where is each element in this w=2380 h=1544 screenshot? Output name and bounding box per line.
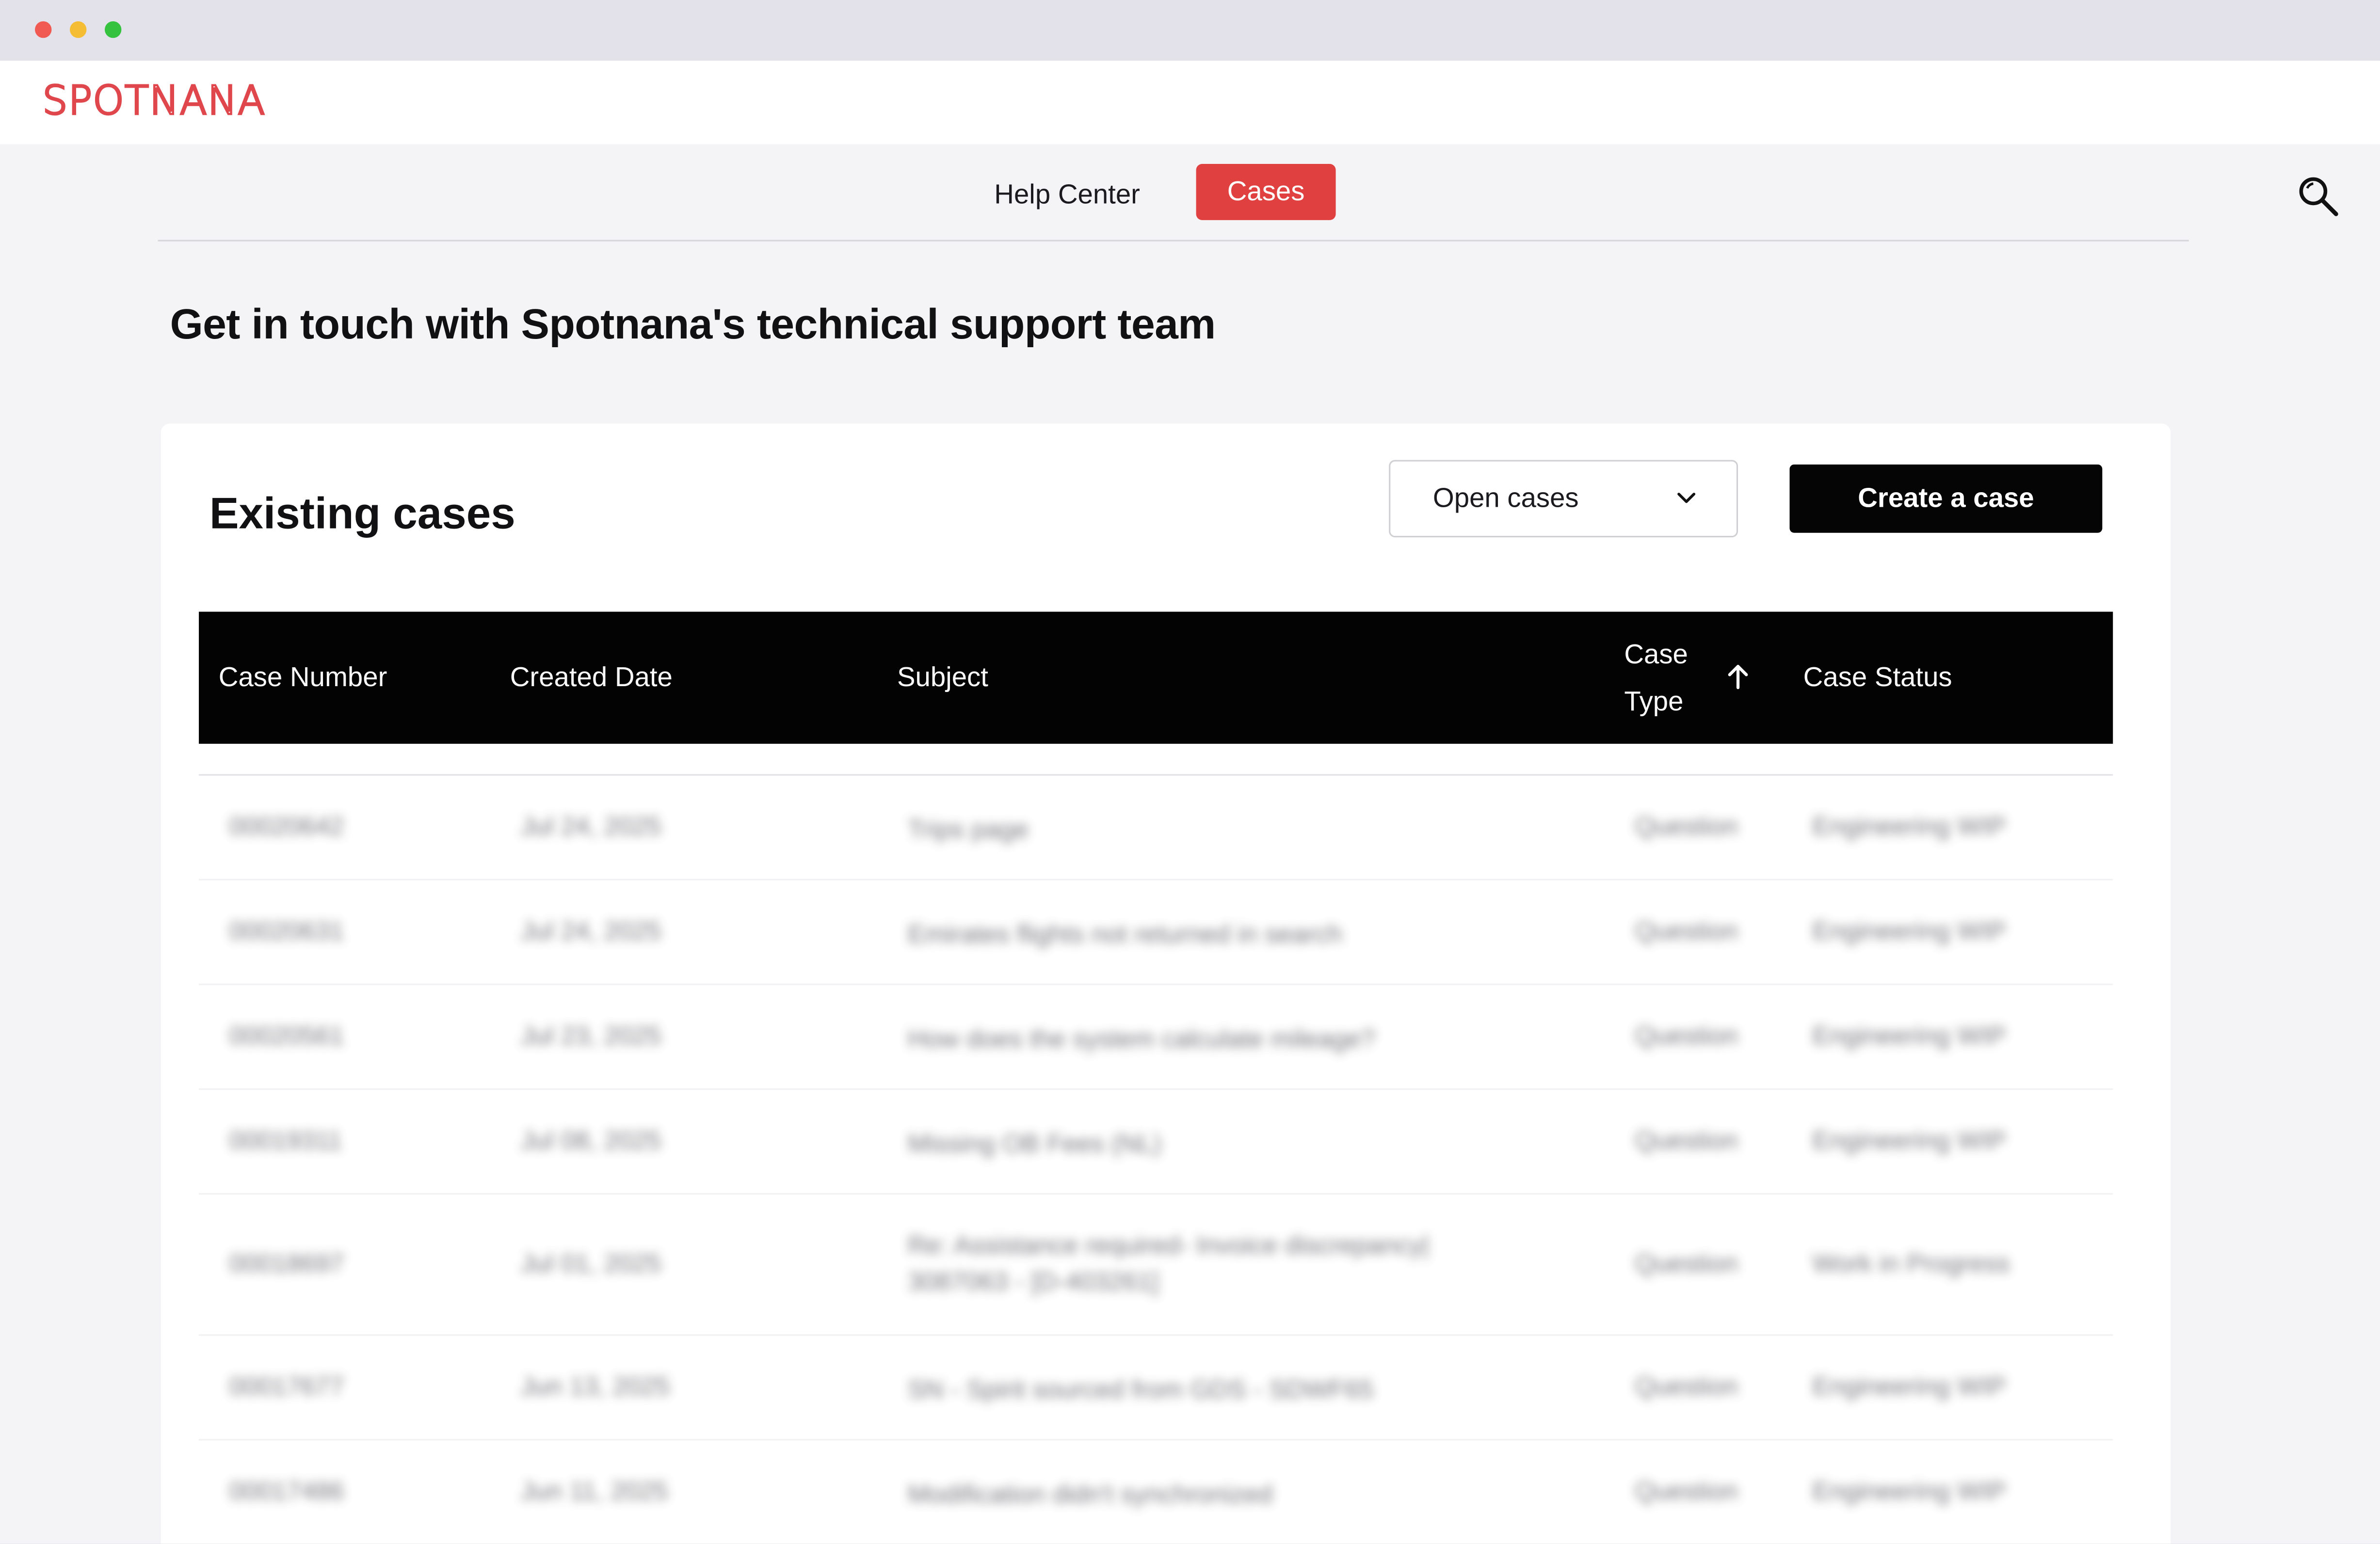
cases-table-body: 00020642 Jul 24, 2025 Trips page Question En… (199, 774, 2113, 1544)
top-navigation: Help Center Cases (158, 144, 2189, 241)
table-row[interactable]: 00017486 Jun 11, 2025 Modification didn't … (199, 1441, 2113, 1544)
table-cell-date: Jun 11, 2025 (520, 1477, 668, 1506)
browser-window: SPOTNANA Help Center Cases Get in touch … (0, 61, 2380, 1544)
column-created-date[interactable]: Created Date (510, 611, 673, 743)
table-cell-status: Engineering WIP (1812, 812, 2006, 841)
table-row[interactable]: 00020631 Jul 24, 2025 Emirates flights not… (199, 881, 2113, 985)
table-cell-date: Jul 24, 2025 (520, 917, 661, 946)
table-cell-number: 00017486 (229, 1477, 344, 1506)
table-cell-subject: Modification didn't synchronized (907, 1480, 1273, 1509)
app-stage: SPOTNANA Help Center Cases Get in touch … (0, 0, 2380, 1544)
table-cell-status: Engineering WIP (1812, 1021, 2006, 1051)
browser-titlebar (0, 0, 2380, 61)
table-cell-type: Question (1635, 1249, 1738, 1278)
table-cell-subject: Emirates flights not returned in search (907, 919, 1343, 949)
table-cell-date: Jul 08, 2025 (520, 1126, 661, 1156)
table-cell-status: Work in Progress (1812, 1249, 2010, 1278)
arrow-up-icon[interactable] (1724, 662, 1752, 692)
table-cell-type: Question (1635, 1126, 1738, 1156)
table-row[interactable]: 00019311 Jul 08, 2025 Missing OB Fees (NL)… (199, 1090, 2113, 1195)
nav-cases[interactable]: Cases (1196, 164, 1336, 220)
case-type-label-line-2: Type (1624, 685, 1684, 716)
window-maximize-button[interactable] (104, 21, 122, 38)
case-filter-value: Open cases (1432, 482, 1579, 514)
table-cell-number: 00020631 (229, 917, 344, 946)
table-cell-subject: How does the system calculate mileage? (907, 1024, 1376, 1054)
table-cell-type: Question (1635, 1021, 1738, 1051)
logo-text: SPOTNANA (41, 78, 266, 126)
table-cell-status: Engineering WIP (1812, 1372, 2006, 1401)
table-cell-type: Question (1635, 1372, 1738, 1401)
existing-cases-card: Existing cases Open cases Create a case … (161, 423, 2171, 1544)
page-title: Get in touch with Spotnana's technical s… (170, 300, 1216, 348)
table-cell-type: Question (1635, 1477, 1738, 1506)
brand-header: SPOTNANA (0, 61, 2380, 145)
table-cell-number: 00019311 (229, 1126, 342, 1156)
table-cell-number: 00017677 (229, 1372, 344, 1401)
case-filter-select[interactable]: Open cases (1389, 460, 1738, 538)
column-case-status[interactable]: Case Status (1803, 611, 1952, 743)
table-cell-number: 00020561 (229, 1021, 344, 1051)
column-case-number[interactable]: Case Number (219, 611, 387, 743)
nav-help-center[interactable]: Help Center (994, 179, 1140, 211)
table-cell-type: Question (1635, 812, 1738, 841)
cases-table-header: Case Number Created Date Subject Case Ty… (199, 611, 2113, 744)
table-cell-subject: Missing OB Fees (NL) (907, 1129, 1162, 1158)
window-minimize-button[interactable] (69, 21, 87, 38)
table-cell-number: 00020642 (229, 812, 344, 841)
table-row[interactable]: 00017677 Jun 13, 2025 SN - Spirit sourced … (199, 1336, 2113, 1441)
table-cell-date: Jul 23, 2025 (520, 1021, 661, 1051)
search-icon[interactable] (2295, 173, 2341, 219)
table-cell-date: Jul 24, 2025 (520, 812, 661, 841)
table-cell-status: Engineering WIP (1812, 1477, 2006, 1506)
spotnana-logo[interactable]: SPOTNANA (41, 78, 266, 126)
chevron-down-icon (1677, 493, 1696, 503)
table-cell-subject: SN - Spirit sourced from GDS - SDWF65 (907, 1375, 1374, 1404)
case-type-label-line-1: Case (1624, 638, 1688, 669)
table-row[interactable]: 00020642 Jul 24, 2025 Trips page Question En… (199, 776, 2113, 881)
table-row[interactable]: 00018697 Jul 01, 2025 Re: Assistance requi… (199, 1194, 2113, 1336)
existing-cases-title: Existing cases (209, 490, 515, 539)
column-subject[interactable]: Subject (897, 611, 988, 743)
table-cell-number: 00018697 (229, 1249, 344, 1278)
table-cell-subject: Re: Assistance required- Invoice discrep… (907, 1231, 1430, 1297)
table-cell-status: Engineering WIP (1812, 917, 2006, 946)
table-cell-date: Jul 01, 2025 (520, 1249, 661, 1278)
table-cell-subject: Trips page (907, 815, 1029, 844)
table-cell-status: Engineering WIP (1812, 1126, 2006, 1156)
table-row[interactable]: 00020561 Jul 23, 2025 How does the system … (199, 985, 2113, 1090)
table-cell-date: Jun 13, 2025 (520, 1372, 670, 1401)
column-case-type[interactable]: Case Type (1624, 611, 1715, 743)
window-close-button[interactable] (34, 21, 52, 38)
create-case-button[interactable]: Create a case (1789, 464, 2103, 533)
table-cell-type: Question (1635, 917, 1738, 946)
